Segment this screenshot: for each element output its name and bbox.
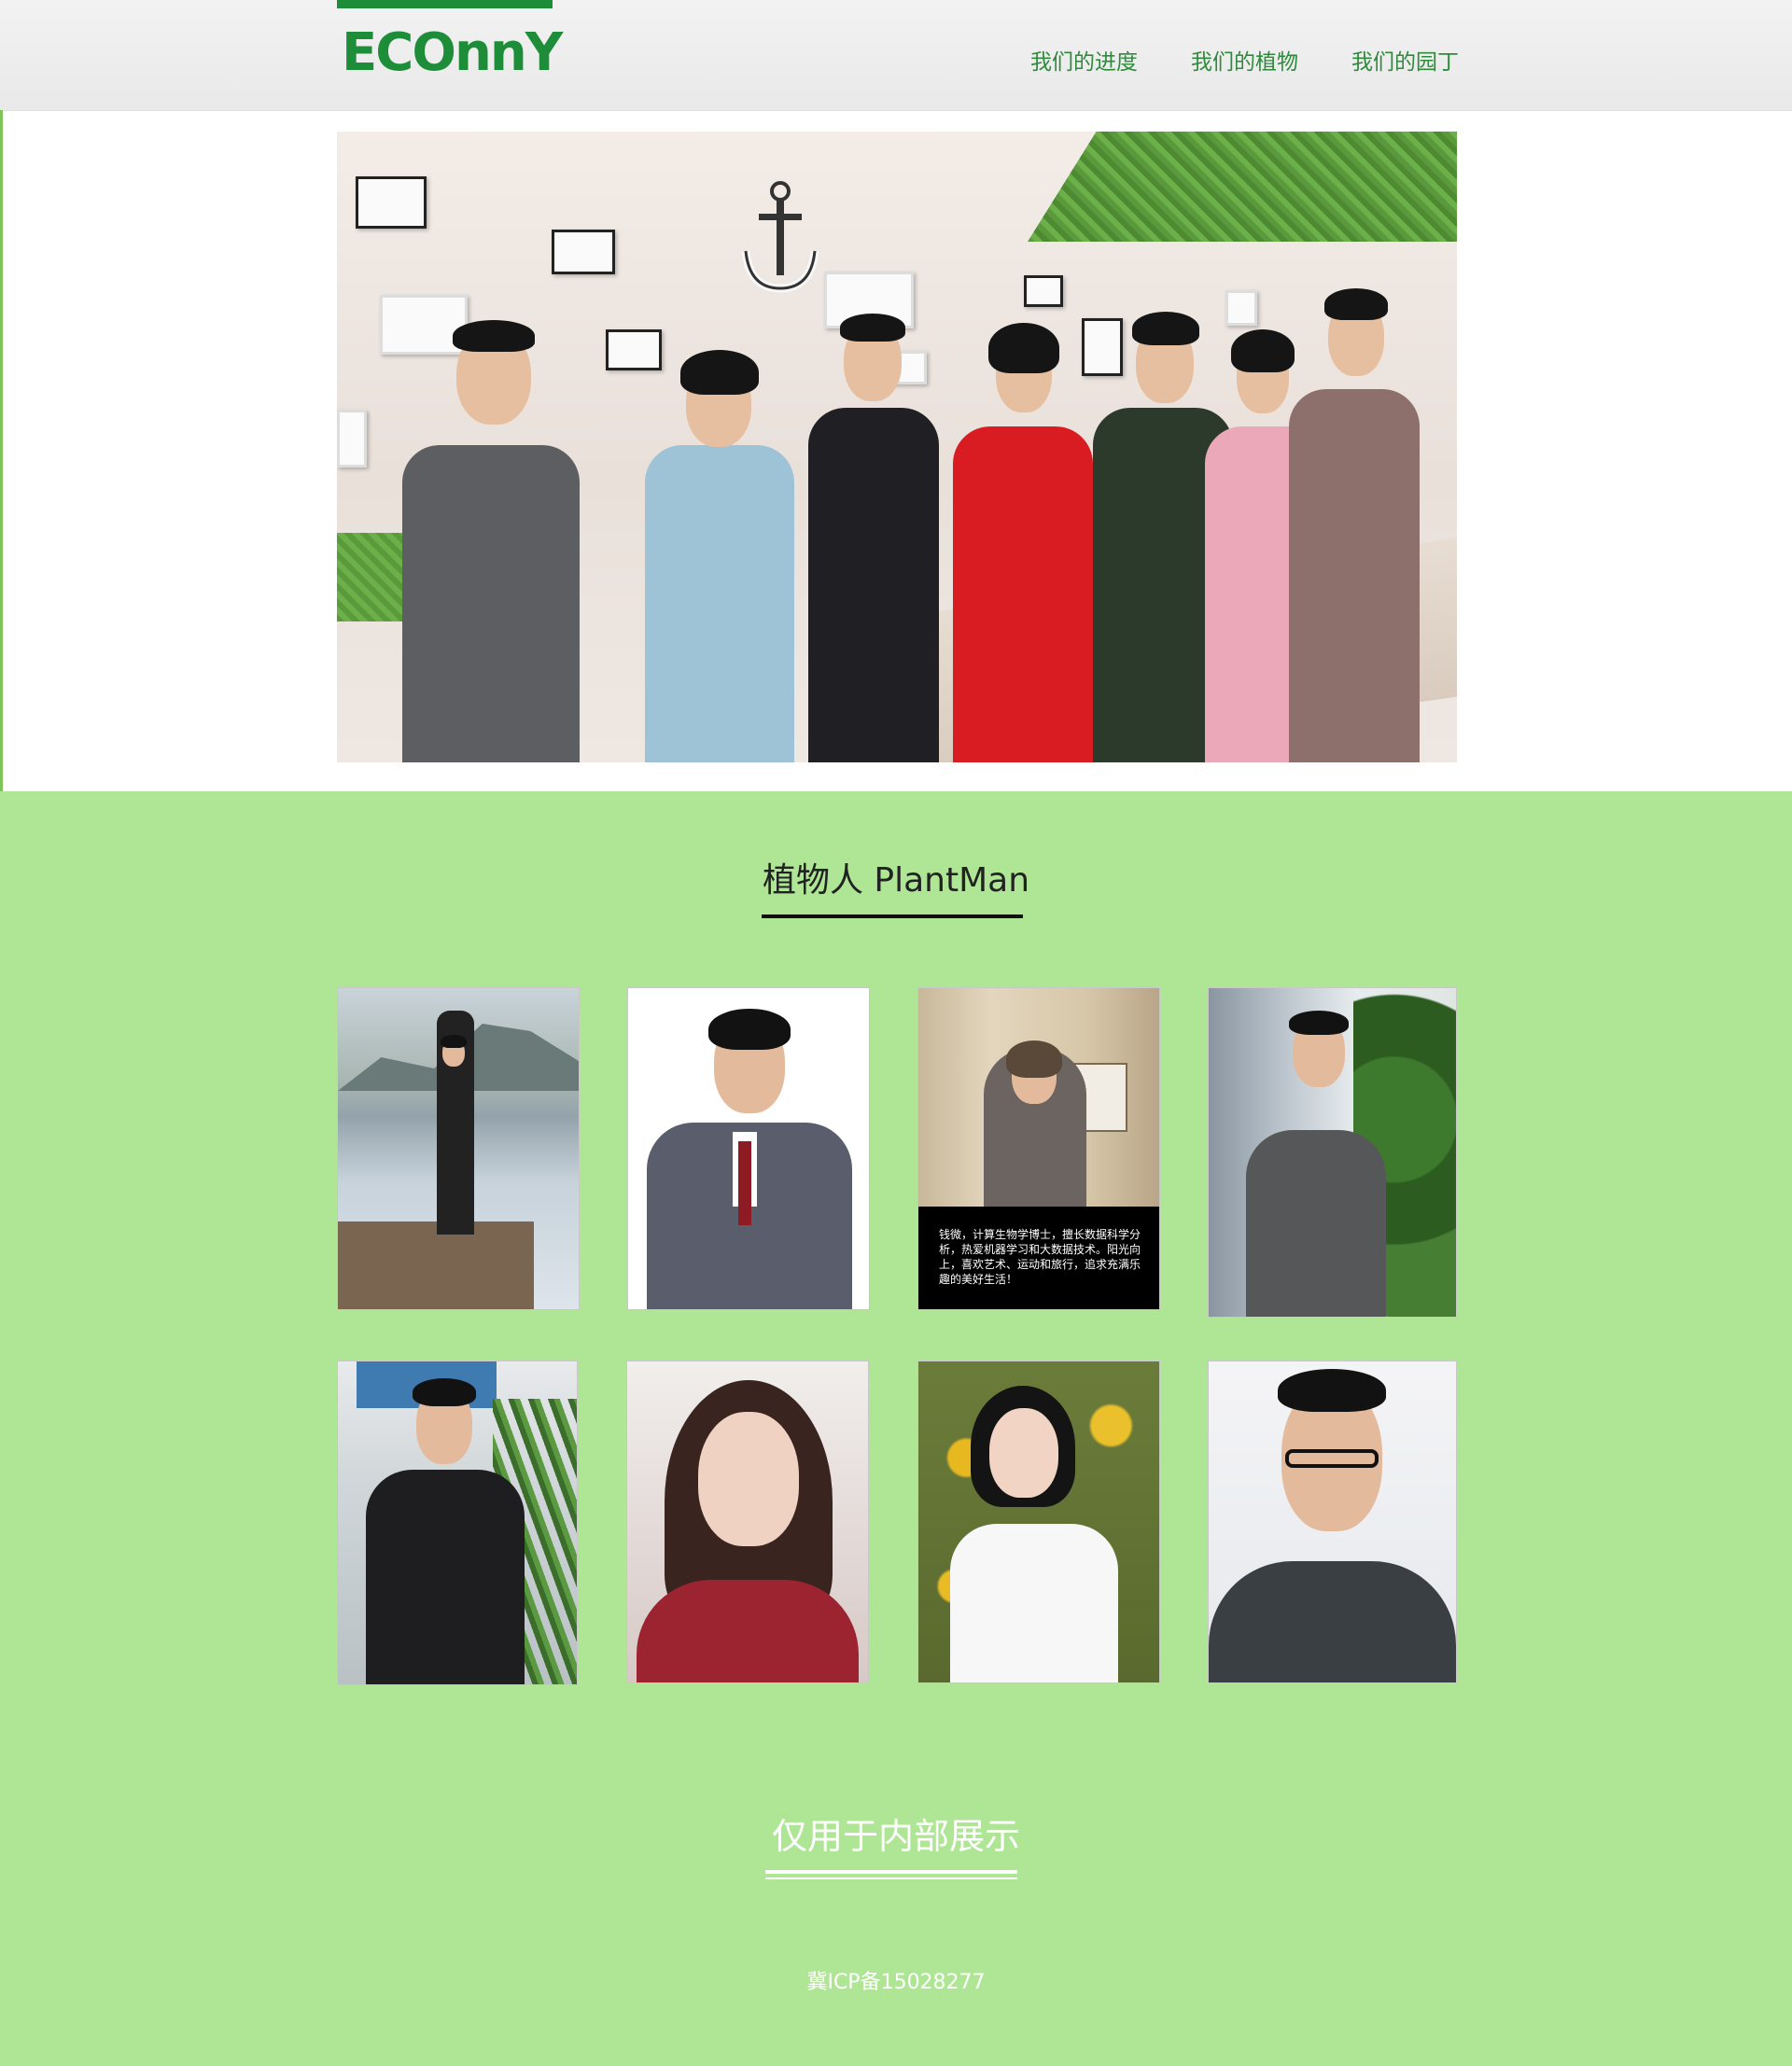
member-selfie-red-photo[interactable] xyxy=(626,1361,869,1683)
nav-progress[interactable]: 我们的进度 xyxy=(1030,49,1138,77)
internal-use-notice: 仅用于内部展示 xyxy=(771,1816,1020,1857)
team-member-figure xyxy=(953,300,1093,762)
member-flowers-photo[interactable] xyxy=(917,1361,1160,1683)
member-room-photo[interactable]: 钱微，计算生物学博士，擅长数据科学分析，热爱机器学习和大数据技术。阳光向上，喜欢… xyxy=(917,987,1160,1310)
logo-text: ECOnnY xyxy=(342,22,563,83)
member-caption-box: 钱微，计算生物学博士，擅长数据科学分析，热爱机器学习和大数据技术。阳光向上，喜欢… xyxy=(918,1207,1159,1309)
section-title: 植物人 PlantMan xyxy=(762,861,1030,900)
member-office-window-photo[interactable] xyxy=(1208,987,1457,1318)
footer-underline-thin xyxy=(765,1878,1017,1879)
team-member-figure xyxy=(808,291,939,762)
main-nav: 我们的进度 我们的植物 我们的园丁 xyxy=(1030,49,1459,77)
left-accent-line xyxy=(0,110,3,791)
nav-gardeners[interactable]: 我们的园丁 xyxy=(1351,49,1459,77)
anchor-decoration xyxy=(741,181,819,293)
team-member-figure xyxy=(645,333,794,762)
icp-record-number[interactable]: 冀ICP备15028277 xyxy=(0,1969,1792,1997)
team-member-figure xyxy=(402,314,580,762)
site-logo[interactable]: ECOnnY xyxy=(342,22,563,83)
nav-plants[interactable]: 我们的植物 xyxy=(1191,49,1298,77)
team-group-photo xyxy=(337,132,1457,762)
member-suit-photo[interactable] xyxy=(627,987,870,1310)
footer-underline xyxy=(765,1870,1017,1874)
team-member-figure xyxy=(1289,277,1420,762)
plantman-section: 植物人 PlantMan 钱微，计算生物学博士，擅长数据科学分析，热爱机器学习和… xyxy=(0,791,1792,2066)
wall-photo-frame xyxy=(337,410,367,468)
title-underline xyxy=(762,914,1023,918)
member-office-plant-photo[interactable] xyxy=(337,1361,578,1685)
member-selfie-glasses-photo[interactable] xyxy=(1208,1361,1457,1683)
moss-wall xyxy=(1028,132,1457,242)
member-lake-photo[interactable] xyxy=(337,987,580,1310)
wall-photo-frame xyxy=(356,176,427,229)
wall-photo-frame xyxy=(552,230,615,274)
logo-accent-bar xyxy=(337,0,553,8)
member-caption-text: 钱微，计算生物学博士，擅长数据科学分析，热爱机器学习和大数据技术。阳光向上，喜欢… xyxy=(939,1228,1141,1286)
site-header: ECOnnY 我们的进度 我们的植物 我们的园丁 xyxy=(0,0,1792,111)
